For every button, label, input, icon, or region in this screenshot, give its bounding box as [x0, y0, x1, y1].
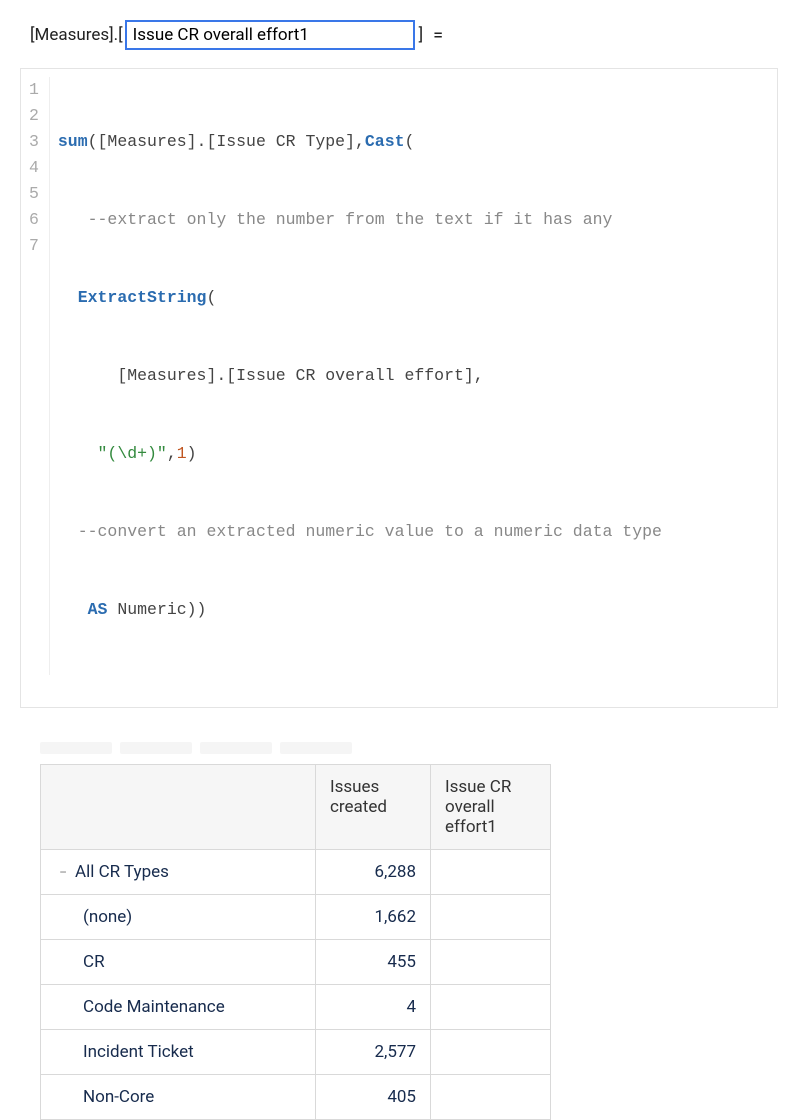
- table-row: (none) 1,662: [41, 895, 551, 940]
- code-token: (: [206, 288, 216, 307]
- code-line: sum([Measures].[Issue CR Type],Cast(: [58, 129, 662, 155]
- row-label-text: All CR Types: [75, 862, 169, 882]
- toolbar-placeholder: [40, 742, 112, 754]
- line-number: 4: [29, 155, 39, 181]
- line-number: 2: [29, 103, 39, 129]
- row-label[interactable]: Non-Core: [41, 1075, 316, 1120]
- row-label-text: Code Maintenance: [83, 997, 225, 1017]
- cell-effort: [431, 1030, 551, 1075]
- code-token: ExtractString: [78, 288, 207, 307]
- code-token: Cast: [365, 132, 405, 151]
- code-line: --convert an extracted numeric value to …: [58, 519, 662, 545]
- report-table: Issues created Issue CR overall effort1 …: [40, 764, 551, 1120]
- code-line: --extract only the number from the text …: [58, 207, 662, 233]
- col-header-category[interactable]: [41, 765, 316, 850]
- code-token: (: [405, 132, 415, 151]
- table-row: Code Maintenance 4: [41, 985, 551, 1030]
- code-token: ,: [355, 132, 365, 151]
- cell-issues: 2,577: [316, 1030, 431, 1075]
- code-line: "(\d+)",1): [58, 441, 662, 467]
- line-number: 7: [29, 233, 39, 259]
- row-label[interactable]: −All CR Types: [41, 850, 316, 895]
- formula-equals: =: [433, 25, 443, 46]
- table-row: CR 455: [41, 940, 551, 985]
- code-token: [58, 444, 98, 463]
- code-token: [58, 210, 88, 229]
- code-token: ,: [474, 366, 484, 385]
- cell-effort: [431, 850, 551, 895]
- code-token: --extract only the number from the text …: [88, 210, 613, 229]
- col-header-issues[interactable]: Issues created: [316, 765, 431, 850]
- code-gutter: 1 2 3 4 5 6 7: [21, 77, 50, 675]
- code-token: [107, 600, 117, 619]
- formula-header: [Measures].[ ] =: [30, 20, 778, 50]
- code-token: AS: [88, 600, 108, 619]
- code-token: --convert an extracted numeric value to …: [78, 522, 662, 541]
- cell-effort: [431, 1075, 551, 1120]
- collapse-icon[interactable]: −: [55, 865, 71, 881]
- cell-effort: [431, 895, 551, 940]
- code-token: [58, 366, 117, 385]
- code-token: [Measures].[Issue CR overall effort]: [117, 366, 473, 385]
- code-token: ,: [167, 444, 177, 463]
- code-token: sum: [58, 132, 88, 151]
- toolbar-placeholder: [200, 742, 272, 754]
- code-token: (: [88, 132, 98, 151]
- line-number: 1: [29, 77, 39, 103]
- report-table-wrap: Issues created Issue CR overall effort1 …: [40, 764, 778, 1120]
- measure-name-input[interactable]: [125, 20, 415, 50]
- code-editor[interactable]: 1 2 3 4 5 6 7 sum([Measures].[Issue CR T…: [20, 68, 778, 708]
- cell-issues: 4: [316, 985, 431, 1030]
- formula-prefix: [Measures].[: [30, 25, 123, 45]
- formula-suffix: ]: [419, 25, 424, 45]
- line-number: 5: [29, 181, 39, 207]
- code-token: "(\d+)": [98, 444, 167, 463]
- row-label-text: Incident Ticket: [83, 1042, 194, 1062]
- formula-input-wrap: [125, 20, 415, 50]
- code-token: Numeric: [117, 600, 186, 619]
- row-label-text: (none): [83, 907, 132, 927]
- row-label-text: Non-Core: [83, 1087, 154, 1107]
- cell-issues: 405: [316, 1075, 431, 1120]
- row-label[interactable]: Incident Ticket: [41, 1030, 316, 1075]
- cell-effort: [431, 940, 551, 985]
- code-line: [Measures].[Issue CR overall effort],: [58, 363, 662, 389]
- code-line: AS Numeric)): [58, 597, 662, 623]
- code-token: ): [187, 444, 197, 463]
- toolbar-stub: [40, 742, 778, 754]
- code-body[interactable]: sum([Measures].[Issue CR Type],Cast( --e…: [50, 77, 662, 675]
- code-token: [58, 522, 78, 541]
- table-row: −All CR Types 6,288: [41, 850, 551, 895]
- line-number: 6: [29, 207, 39, 233]
- col-header-effort[interactable]: Issue CR overall effort1: [431, 765, 551, 850]
- code-line: ExtractString(: [58, 285, 662, 311]
- cell-issues: 6,288: [316, 850, 431, 895]
- cell-issues: 455: [316, 940, 431, 985]
- row-label[interactable]: Code Maintenance: [41, 985, 316, 1030]
- cell-issues: 1,662: [316, 895, 431, 940]
- table-row: Incident Ticket 2,577: [41, 1030, 551, 1075]
- code-token: [Measures].[Issue CR Type]: [98, 132, 355, 151]
- toolbar-placeholder: [280, 742, 352, 754]
- code-token: 1: [177, 444, 187, 463]
- row-label-text: CR: [83, 952, 105, 972]
- table-row: Non-Core 405: [41, 1075, 551, 1120]
- cell-effort: [431, 985, 551, 1030]
- code-token: [58, 288, 78, 307]
- code-token: [58, 600, 88, 619]
- line-number: 3: [29, 129, 39, 155]
- row-label[interactable]: CR: [41, 940, 316, 985]
- toolbar-placeholder: [120, 742, 192, 754]
- row-label[interactable]: (none): [41, 895, 316, 940]
- code-token: )): [187, 600, 207, 619]
